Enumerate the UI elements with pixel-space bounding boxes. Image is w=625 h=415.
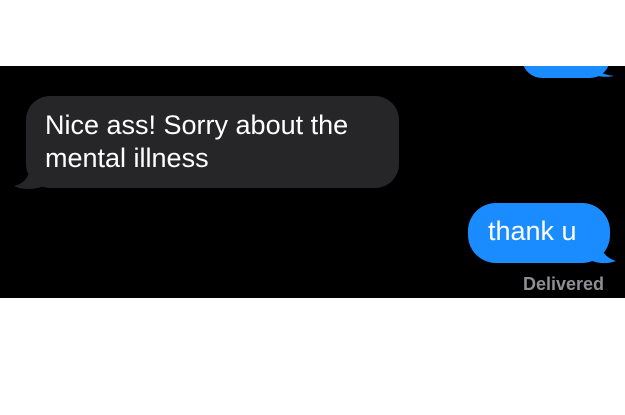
delivery-status: Delivered xyxy=(522,274,604,294)
sent-message-bubble[interactable]: thank u xyxy=(468,203,610,263)
sent-message-text: thank u xyxy=(488,216,577,246)
message-thread[interactable]: Nice ass! Sorry about the mental illness… xyxy=(0,66,625,298)
received-message-bubble[interactable]: Nice ass! Sorry about the mental illness xyxy=(26,96,399,188)
bubble-tail xyxy=(590,242,616,264)
bottom-margin xyxy=(0,298,625,415)
bubble-tail xyxy=(588,66,614,77)
bubble-tail xyxy=(14,166,44,189)
received-message-text: Nice ass! Sorry about the mental illness xyxy=(45,110,349,173)
top-margin xyxy=(0,0,625,66)
